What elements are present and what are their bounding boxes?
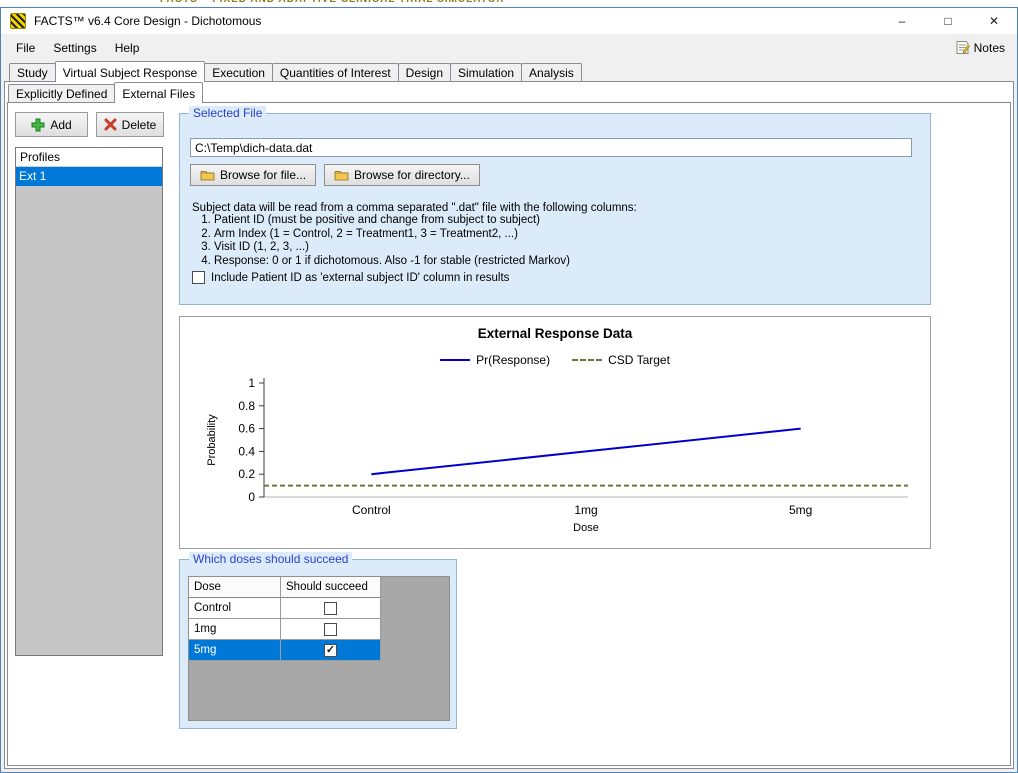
selected-file-group: Selected File Browse for file... Browse … — [179, 106, 931, 305]
tab-quantities-of-interest[interactable]: Quantities of Interest — [271, 63, 399, 81]
svg-text:0.4: 0.4 — [238, 444, 255, 458]
delete-x-icon — [104, 118, 117, 131]
chart-title: External Response Data — [477, 326, 633, 341]
should-succeed-checkbox[interactable] — [324, 601, 337, 615]
header-dose[interactable]: Dose — [189, 577, 281, 598]
app-window: FACTS™ v6.4 Core Design - Dichotomous – … — [0, 7, 1018, 773]
minimize-button[interactable]: – — [879, 8, 925, 34]
browse-directory-button[interactable]: Browse for directory... — [324, 164, 480, 186]
menu-help[interactable]: Help — [106, 37, 149, 59]
tab-analysis[interactable]: Analysis — [521, 63, 582, 81]
maximize-button[interactable]: □ — [925, 8, 971, 34]
profile-item-ext1[interactable]: Ext 1 — [16, 167, 162, 186]
legend-label: CSD Target — [608, 353, 670, 367]
svg-text:1: 1 — [248, 376, 255, 390]
svg-text:0.6: 0.6 — [238, 422, 255, 436]
column-item: Patient ID (must be positive and change … — [214, 214, 570, 228]
chart-legend: Pr(Response) CSD Target — [180, 353, 930, 367]
table-header-row: Dose Should succeed — [189, 577, 449, 598]
table-row[interactable]: 5mg — [189, 640, 449, 661]
add-button[interactable]: Add — [15, 112, 88, 137]
menubar: File Settings Help Notes — [1, 34, 1017, 61]
legend-label: Pr(Response) — [476, 353, 551, 367]
browse-file-label: Browse for file... — [220, 168, 307, 182]
file-format-description: Subject data will be read from a comma s… — [192, 202, 637, 214]
notes-button[interactable]: Notes — [951, 38, 1009, 57]
delete-label: Delete — [121, 117, 157, 132]
profiles-list-body[interactable] — [16, 186, 162, 655]
svg-text:0.2: 0.2 — [238, 467, 255, 481]
notes-icon — [956, 41, 970, 54]
menu-settings[interactable]: Settings — [44, 37, 105, 59]
table-row[interactable]: 1mg — [189, 619, 449, 640]
add-label: Add — [50, 117, 72, 132]
browse-directory-label: Browse for directory... — [354, 168, 470, 182]
should-succeed-checkbox[interactable] — [324, 643, 337, 657]
tab-virtual-subject-response[interactable]: Virtual Subject Response — [54, 61, 206, 82]
include-patient-id-label: Include Patient ID as 'external subject … — [211, 271, 510, 284]
svg-text:1mg: 1mg — [574, 503, 597, 517]
should-succeed-cell[interactable] — [281, 598, 381, 619]
response-chart: 0 0.2 0.4 0.6 0.8 1 Control 1mg 5mg Dose — [238, 376, 908, 534]
window-controls: – □ ✕ — [879, 8, 1017, 34]
notes-label: Notes — [973, 40, 1005, 55]
plus-icon — [31, 118, 45, 131]
folder-icon — [200, 171, 215, 181]
folder-icon — [334, 171, 349, 181]
dashed-line-swatch — [572, 359, 603, 361]
tab-design[interactable]: Design — [397, 63, 452, 81]
include-patient-id-row: Include Patient ID as 'external subject … — [192, 271, 509, 284]
selected-file-group-label: Selected File — [189, 106, 267, 120]
file-columns-list: Patient ID (must be positive and change … — [192, 214, 570, 268]
dose-cell[interactable]: 1mg — [189, 619, 281, 640]
should-succeed-cell[interactable] — [281, 640, 381, 661]
close-button[interactable]: ✕ — [971, 8, 1017, 34]
include-patient-id-checkbox[interactable] — [192, 271, 205, 284]
background-window-text: FACTS™ FIXED AND ADAPTIVE CLINICAL TRIAL… — [160, 0, 590, 7]
tab-execution[interactable]: Execution — [204, 63, 273, 81]
column-item: Response: 0 or 1 if dichotomous. Also -1… — [214, 255, 570, 269]
delete-button[interactable]: Delete — [96, 112, 164, 137]
svg-text:Control: Control — [352, 503, 391, 517]
tab-explicitly-defined[interactable]: Explicitly Defined — [8, 84, 116, 102]
svg-text:5mg: 5mg — [789, 503, 812, 517]
line-swatch — [440, 359, 471, 361]
chart-panel: External Response Data Pr(Response) CSD T… — [179, 316, 931, 549]
profiles-list: Profiles Ext 1 — [15, 147, 163, 656]
column-item: Arm Index (1 = Control, 2 = Treatment1, … — [214, 228, 570, 242]
main-tab-strip: Study Virtual Subject Response Execution… — [9, 61, 582, 82]
tab-study[interactable]: Study — [9, 63, 56, 81]
dose-cell[interactable]: Control — [189, 598, 281, 619]
svg-text:0: 0 — [248, 490, 255, 504]
svg-text:Dose: Dose — [573, 522, 599, 534]
legend-item: CSD Target — [572, 353, 670, 367]
should-succeed-cell[interactable] — [281, 619, 381, 640]
dose-cell[interactable]: 5mg — [189, 640, 281, 661]
doses-group: Which doses should succeed Dose Should s… — [179, 552, 457, 729]
table-row[interactable]: Control — [189, 598, 449, 619]
header-should-succeed[interactable]: Should succeed — [281, 577, 381, 598]
menu-file[interactable]: File — [7, 37, 44, 59]
facts-logo-icon — [10, 13, 26, 29]
titlebar: FACTS™ v6.4 Core Design - Dichotomous – … — [1, 8, 1017, 34]
window-title: FACTS™ v6.4 Core Design - Dichotomous — [34, 14, 262, 28]
tab-simulation[interactable]: Simulation — [450, 63, 523, 81]
file-path-input[interactable] — [190, 138, 912, 157]
browse-file-button[interactable]: Browse for file... — [190, 164, 317, 186]
legend-item: Pr(Response) — [440, 353, 550, 367]
svg-text:0.8: 0.8 — [238, 399, 255, 413]
column-item: Visit ID (1, 2, 3, ...) — [214, 241, 570, 255]
doses-table: Dose Should succeed Control 1mg 5mg — [188, 576, 450, 721]
sub-tab-strip: Explicitly Defined External Files — [8, 82, 204, 103]
doses-group-label: Which doses should succeed — [189, 552, 353, 566]
tab-external-files[interactable]: External Files — [114, 82, 204, 103]
profiles-column-header[interactable]: Profiles — [16, 148, 162, 167]
should-succeed-checkbox[interactable] — [324, 622, 337, 636]
external-files-page: Add Delete Profiles Ext 1 Selected File — [7, 102, 1011, 766]
